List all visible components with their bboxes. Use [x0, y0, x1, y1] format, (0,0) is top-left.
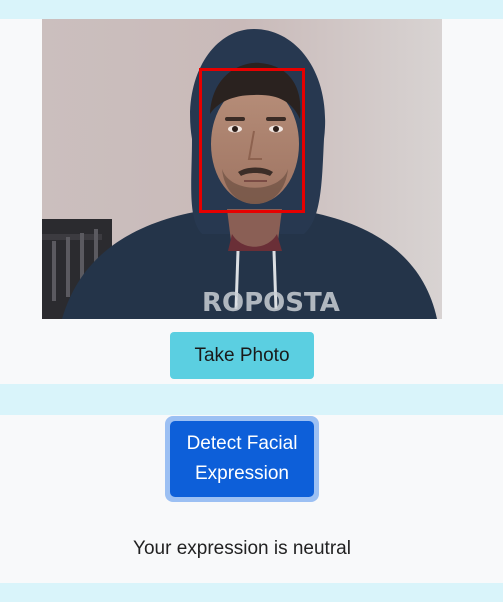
- detect-expression-button[interactable]: Detect Facial Expression: [170, 421, 314, 497]
- svg-text:ROPOSTA: ROPOSTA: [202, 288, 340, 318]
- take-photo-button[interactable]: Take Photo: [170, 332, 314, 379]
- expression-result-text: Your expression is neutral: [133, 538, 351, 559]
- middle-band: [0, 384, 503, 415]
- top-band: [0, 0, 503, 19]
- face-detection-box: [199, 68, 305, 213]
- webcam-photo: ROPOSTA: [42, 19, 442, 319]
- bottom-band: [0, 583, 503, 602]
